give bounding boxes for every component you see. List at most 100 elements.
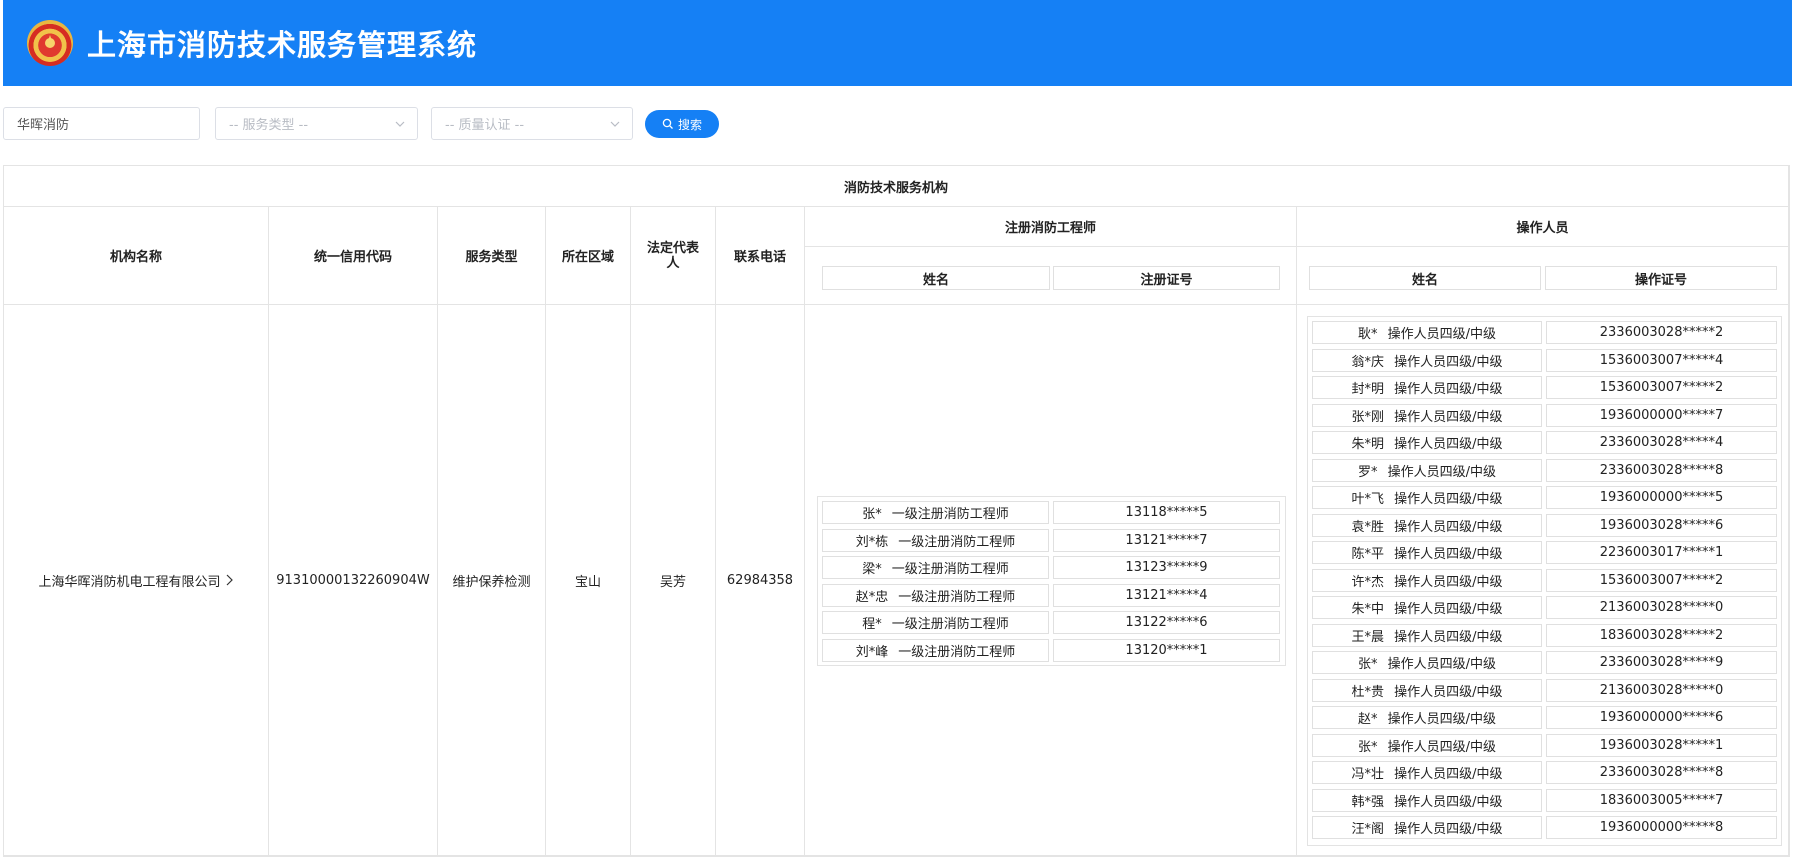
region-cell: 宝山 [546, 305, 631, 856]
person-level: 操作人员四级/中级 [1387, 657, 1496, 672]
col-header-engineers: 注册消防工程师 [805, 207, 1297, 247]
person-name: 封*明 [1351, 382, 1385, 397]
person-level: 操作人员四级/中级 [1394, 409, 1503, 425]
list-item: 刘*栋 一级注册消防工程师 [822, 528, 1049, 552]
list-item: 叶*飞 操作人员四级/中级 [1312, 486, 1542, 509]
person-level: 操作人员四级/中级 [1387, 712, 1496, 727]
list-item: 朱*中 操作人员四级/中级 [1312, 596, 1542, 619]
person-name: 耿* [1358, 327, 1378, 342]
app-header: 上海市消防技术服务管理系统 [3, 0, 1792, 86]
person-level: 操作人员四级/中级 [1394, 767, 1503, 782]
cert-number: 2336003028*****2 [1546, 321, 1777, 344]
col-header-service-type: 服务类型 [438, 207, 546, 305]
person-name: 梁* [862, 562, 882, 577]
person-level: 操作人员四级/中级 [1394, 437, 1503, 452]
org-name-link[interactable]: 上海华晖消防机电工程有限公司 [38, 571, 220, 590]
person-name: 刘*栋 [855, 534, 889, 550]
quality-cert-select[interactable]: -- 质量认证 -- [431, 107, 633, 140]
person-name: 罗* [1358, 464, 1378, 480]
cert-number: 1936000000*****8 [1546, 816, 1777, 839]
person-name: 程* [862, 617, 882, 632]
service-type-select[interactable]: -- 服务类型 -- [215, 107, 418, 140]
list-item: 张* 操作人员四级/中级 [1312, 651, 1542, 674]
org-name-cell[interactable]: 上海华晖消防机电工程有限公司 [4, 305, 269, 856]
list-item: 冯*壮 操作人员四级/中级 [1312, 761, 1542, 784]
cert-number: 2336003028*****9 [1546, 651, 1777, 674]
phone-cell: 62984358 [716, 305, 805, 856]
cert-number: 2336003028*****8 [1546, 761, 1777, 784]
cert-number: 2136003028*****0 [1546, 678, 1777, 702]
cert-number: 13121*****7 [1053, 528, 1280, 552]
person-name: 汪*阁 [1351, 822, 1385, 837]
person-name: 刘*峰 [855, 644, 889, 660]
list-item: 梁* 一级注册消防工程师 [822, 556, 1049, 579]
col-header-region: 所在区域 [546, 207, 631, 305]
person-level: 一级注册消防工程师 [898, 644, 1016, 660]
table-caption: 消防技术服务机构 [4, 166, 1789, 207]
engineer-list: 张* 一级注册消防工程师 13118*****5 刘*栋 一级注册消防工程师 13121*… [817, 496, 1286, 666]
person-level: 操作人员四级/中级 [1387, 464, 1496, 480]
list-item: 程* 一级注册消防工程师 [822, 611, 1049, 634]
person-name: 朱*中 [1351, 602, 1385, 617]
list-item: 刘*峰 一级注册消防工程师 [822, 638, 1049, 662]
person-level: 操作人员四级/中级 [1394, 492, 1503, 507]
col-header-phone: 联系电话 [716, 207, 805, 305]
col-header-operators: 操作人员 [1297, 207, 1789, 247]
filter-bar: 华晖消防 -- 服务类型 -- -- 质量认证 -- 搜索 [3, 107, 1783, 141]
list-item: 耿* 操作人员四级/中级 [1312, 321, 1542, 344]
col-header-legal-rep: 法定代表人 [631, 207, 716, 305]
eng-subheader-name: 姓名 [822, 266, 1050, 290]
search-button-label: 搜索 [677, 117, 702, 132]
col-header-credit-code: 统一信用代码 [269, 207, 438, 305]
person-level: 操作人员四级/中级 [1394, 629, 1503, 645]
person-level: 操作人员四级/中级 [1394, 602, 1503, 617]
list-item: 韩*强 操作人员四级/中级 [1312, 788, 1542, 812]
person-level: 操作人员四级/中级 [1394, 822, 1503, 837]
list-item: 朱*明 操作人员四级/中级 [1312, 431, 1542, 454]
person-name: 张*刚 [1351, 409, 1385, 425]
person-level: 操作人员四级/中级 [1394, 547, 1503, 562]
service-type-cell: 维护保养检测 [438, 305, 546, 856]
person-level: 操作人员四级/中级 [1394, 519, 1503, 535]
person-level: 一级注册消防工程师 [891, 617, 1009, 632]
service-type-placeholder: -- 服务类型 -- [229, 118, 309, 133]
cert-number: 2336003028*****8 [1546, 458, 1777, 482]
col-header-org-name: 机构名称 [4, 207, 269, 305]
cert-number: 13118*****5 [1053, 501, 1280, 524]
chevron-down-icon [610, 121, 620, 127]
op-subheader-name: 姓名 [1309, 266, 1541, 290]
person-level: 操作人员四级/中级 [1394, 684, 1503, 700]
person-name: 杜*贵 [1351, 684, 1385, 700]
cert-number: 1936003028*****6 [1546, 513, 1777, 537]
list-item: 封*明 操作人员四级/中级 [1312, 376, 1542, 399]
cert-number: 2336003028*****4 [1546, 431, 1777, 454]
person-name: 赵*忠 [855, 589, 889, 605]
list-item: 张* 一级注册消防工程师 [822, 501, 1049, 524]
cert-number: 1936003028*****1 [1546, 733, 1777, 757]
cert-number: 1536003007*****2 [1546, 568, 1777, 592]
person-level: 操作人员四级/中级 [1394, 354, 1503, 370]
person-name: 王*晨 [1351, 629, 1385, 645]
search-button[interactable]: 搜索 [645, 110, 719, 138]
person-name: 翁*庆 [1351, 354, 1385, 370]
person-name: 韩*强 [1351, 794, 1385, 810]
person-name: 冯*壮 [1351, 767, 1385, 782]
list-item: 张* 操作人员四级/中级 [1312, 733, 1542, 757]
cert-number: 1936000000*****7 [1546, 403, 1777, 427]
person-name: 张* [1358, 739, 1378, 755]
quality-cert-placeholder: -- 质量认证 -- [445, 118, 525, 133]
person-level: 一级注册消防工程师 [891, 507, 1009, 522]
cert-number: 1836003028*****2 [1546, 623, 1777, 647]
keyword-input[interactable]: 华晖消防 [3, 107, 200, 140]
person-name: 许*杰 [1351, 574, 1385, 590]
credit-code-cell: 91310000132260904W [269, 305, 438, 856]
op-subheader-cert: 操作证号 [1545, 266, 1777, 290]
person-name: 袁*胜 [1351, 519, 1385, 535]
list-item: 陈*平 操作人员四级/中级 [1312, 541, 1542, 564]
list-item: 赵*忠 一级注册消防工程师 [822, 583, 1049, 607]
fire-emblem-icon [27, 20, 73, 66]
person-level: 操作人员四级/中级 [1394, 574, 1503, 590]
cert-number: 2236003017*****1 [1546, 541, 1777, 564]
cert-number: 2136003028*****0 [1546, 596, 1777, 619]
person-level: 操作人员四级/中级 [1394, 794, 1503, 810]
